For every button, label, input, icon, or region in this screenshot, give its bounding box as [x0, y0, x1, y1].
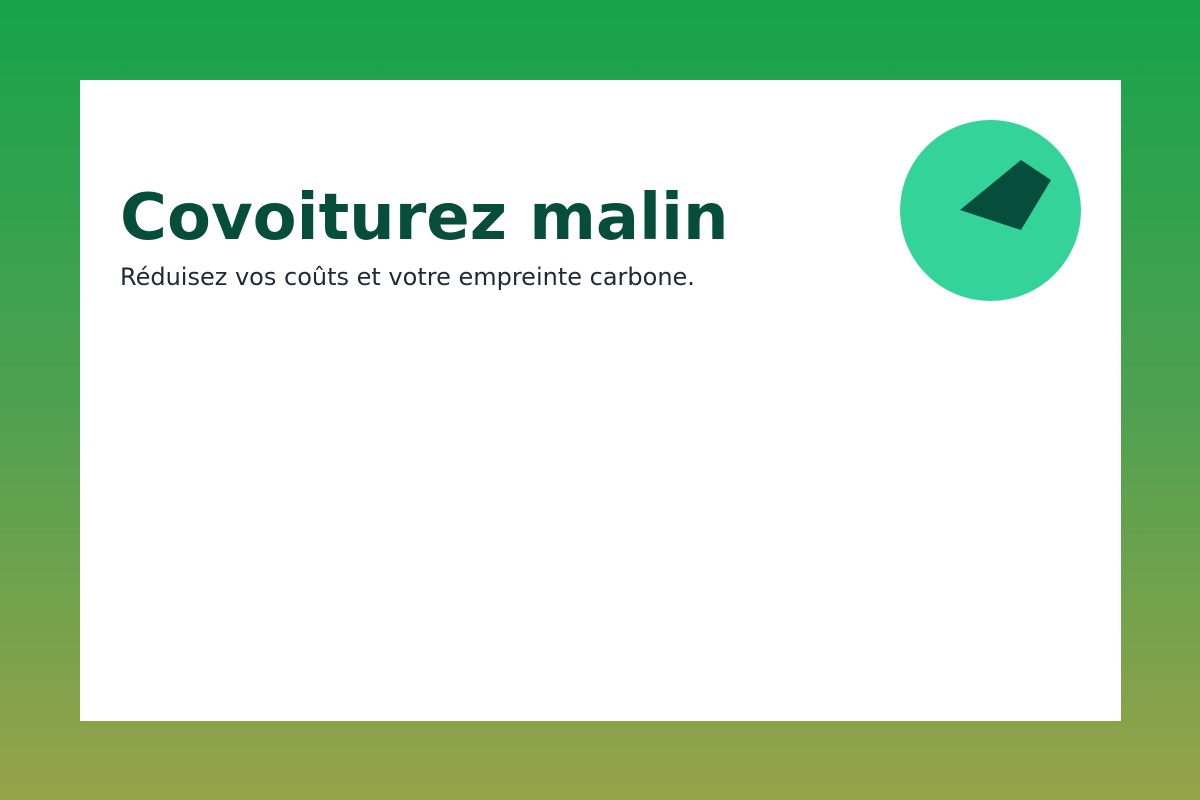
headline: Covoiturez malin — [120, 181, 729, 255]
subheadline: Réduisez vos coûts et votre empreinte ca… — [120, 263, 695, 291]
promo-card: Covoiturez malin Réduisez vos coûts et v… — [80, 80, 1121, 721]
leaf-shard-icon — [900, 120, 1081, 301]
